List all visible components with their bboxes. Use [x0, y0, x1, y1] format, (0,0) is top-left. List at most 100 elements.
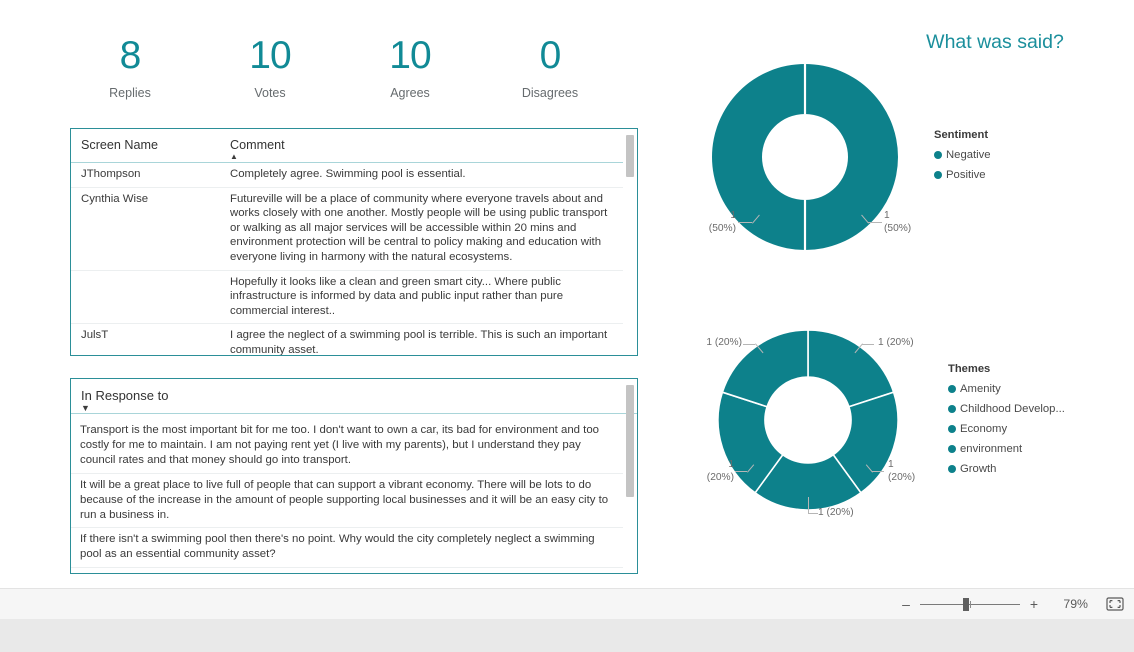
- legend-item-economy[interactable]: Economy: [948, 419, 1065, 439]
- zoom-out-button[interactable]: –: [898, 596, 914, 612]
- table-header-row: Screen Name Comment ▲: [71, 129, 623, 163]
- cell-screen-name: JThompson: [71, 162, 220, 188]
- table-row[interactable]: JThompson Completely agree. Swimming poo…: [71, 162, 623, 188]
- comments-table-visual[interactable]: Screen Name Comment ▲ JThompson Complete…: [70, 128, 638, 356]
- power-bi-report-viewer: 8 Replies 10 Votes 10 Agrees 0 Disagrees: [0, 0, 1134, 652]
- list-item[interactable]: If there isn't a swimming pool then ther…: [71, 528, 623, 569]
- leader-line: [735, 471, 747, 472]
- kpi-value: 10: [249, 34, 291, 77]
- comments-table: Screen Name Comment ▲ JThompson Complete…: [71, 129, 623, 355]
- themes-legend: Themes Amenity Childhood Develop... Econ…: [948, 363, 1065, 479]
- legend-color-dot: [948, 445, 956, 453]
- data-label-negative: 1 (50%): [884, 210, 912, 234]
- column-header-comment[interactable]: Comment ▲: [220, 129, 623, 163]
- page-title: What was said?: [926, 31, 1064, 53]
- leader-line: [743, 344, 755, 345]
- leader-line: [872, 471, 884, 472]
- response-vertical-scrollbar[interactable]: [625, 381, 635, 571]
- legend-item-label: Growth: [960, 463, 997, 475]
- legend-color-dot: [934, 151, 942, 159]
- leader-line: [808, 497, 809, 513]
- sentiment-donut-visual[interactable]: 1 (50%) 1 (50%): [690, 60, 930, 310]
- legend-item-label: Childhood Develop...: [960, 403, 1065, 415]
- cell-comment: Completely agree. Swimming pool is essen…: [220, 162, 623, 188]
- zoom-level-value: 79%: [1063, 597, 1088, 611]
- kpi-card-disagrees[interactable]: 0 Disagrees: [480, 34, 620, 114]
- legend-item-negative[interactable]: Negative: [934, 145, 991, 165]
- legend-item-label: Amenity: [960, 383, 1001, 395]
- kpi-label: Votes: [254, 86, 286, 100]
- legend-color-dot: [948, 425, 956, 433]
- in-response-to-header[interactable]: In Response to ▼: [71, 379, 637, 414]
- kpi-value: 0: [539, 34, 562, 77]
- zoom-slider-tick: [970, 600, 971, 608]
- legend-item-amenity[interactable]: Amenity: [948, 379, 1065, 399]
- column-header-screen-name[interactable]: Screen Name: [71, 129, 220, 163]
- list-item[interactable]: It will be a great place to live full of…: [71, 474, 623, 529]
- leader-line: [862, 344, 874, 345]
- leader-line: [738, 222, 752, 223]
- kpi-label: Replies: [109, 86, 151, 100]
- kpi-card-votes[interactable]: 10 Votes: [200, 34, 340, 114]
- zoom-slider[interactable]: [920, 597, 1020, 611]
- zoom-slider-thumb[interactable]: [963, 597, 969, 611]
- sentiment-legend: Sentiment Negative Positive: [934, 129, 991, 185]
- cell-comment: I agree the neglect of a swimming pool i…: [220, 323, 623, 355]
- column-header-label: Screen Name: [81, 138, 158, 152]
- sort-descending-icon[interactable]: ▼: [81, 404, 627, 413]
- table-row[interactable]: JulsT I agree the neglect of a swimming …: [71, 323, 623, 355]
- zoom-in-button[interactable]: +: [1026, 596, 1042, 612]
- themes-donut-visual[interactable]: 1 (20%) 1 (20%) 1 (20%) 1 (20%) 1 (20%): [690, 325, 930, 535]
- cell-comment: Futureville will be a place of community…: [220, 187, 623, 271]
- data-label-economy: 1 (20%): [818, 507, 854, 518]
- legend-item-label: Positive: [946, 169, 986, 181]
- leader-line: [808, 513, 818, 514]
- list-item[interactable]: I think Futureville will be hyper connec…: [71, 568, 623, 573]
- data-label-amenity: 1 (20%): [878, 337, 914, 348]
- legend-color-dot: [948, 385, 956, 393]
- scrollbar-thumb[interactable]: [626, 385, 634, 497]
- cell-screen-name: [71, 270, 220, 325]
- kpi-card-replies[interactable]: 8 Replies: [60, 34, 200, 114]
- data-label-growth: 1 (20%): [706, 337, 742, 348]
- scrollbar-thumb[interactable]: [626, 135, 634, 177]
- table-row[interactable]: Cynthia Wise Futureville will be a place…: [71, 187, 623, 271]
- report-page: 8 Replies 10 Votes 10 Agrees 0 Disagrees: [0, 0, 1134, 588]
- legend-item-label: Negative: [946, 149, 991, 161]
- legend-item-positive[interactable]: Positive: [934, 165, 991, 185]
- legend-item-environment[interactable]: environment: [948, 439, 1065, 459]
- comments-table-scroll-area[interactable]: Screen Name Comment ▲ JThompson Complete…: [71, 129, 623, 355]
- legend-color-dot: [948, 405, 956, 413]
- legend-title: Sentiment: [934, 129, 989, 141]
- themes-donut-chart[interactable]: [690, 325, 930, 520]
- kpi-card-row: 8 Replies 10 Votes 10 Agrees 0 Disagrees: [60, 34, 620, 114]
- column-header-label: Comment: [230, 138, 285, 152]
- data-label-positive: 1 (50%): [708, 210, 736, 234]
- table-row[interactable]: Hopefully it looks like a clean and gree…: [71, 270, 623, 325]
- kpi-card-agrees[interactable]: 10 Agrees: [340, 34, 480, 114]
- data-label-childhood-development: 1 (20%): [888, 459, 916, 483]
- legend-item-growth[interactable]: Growth: [948, 459, 1065, 479]
- kpi-label: Disagrees: [521, 86, 579, 100]
- legend-item-label: Economy: [960, 423, 1008, 435]
- cell-screen-name: JulsT: [71, 323, 220, 355]
- legend-color-dot: [948, 465, 956, 473]
- legend-title: Themes: [948, 363, 991, 375]
- leader-line: [868, 222, 882, 223]
- fit-to-page-icon[interactable]: [1106, 597, 1124, 611]
- sort-ascending-icon[interactable]: ▲: [230, 153, 615, 161]
- in-response-to-scroll-area[interactable]: Transport is the most important bit for …: [71, 419, 623, 573]
- table-vertical-scrollbar[interactable]: [625, 131, 635, 353]
- in-response-to-visual[interactable]: In Response to ▼ Transport is the most i…: [70, 378, 638, 574]
- cell-screen-name: Cynthia Wise: [71, 187, 220, 271]
- legend-item-childhood-development[interactable]: Childhood Develop...: [948, 399, 1065, 419]
- legend-item-label: environment: [960, 443, 1023, 455]
- legend-color-dot: [934, 171, 942, 179]
- cell-comment: Hopefully it looks like a clean and gree…: [220, 270, 623, 325]
- zoom-toolbar: – + 79%: [0, 588, 1134, 620]
- list-item[interactable]: Transport is the most important bit for …: [71, 419, 623, 474]
- kpi-label: Agrees: [390, 86, 430, 100]
- data-label-environment: 1 (20%): [706, 459, 734, 483]
- zoom-controls: – + 79%: [898, 589, 1124, 619]
- kpi-value: 10: [389, 34, 431, 77]
